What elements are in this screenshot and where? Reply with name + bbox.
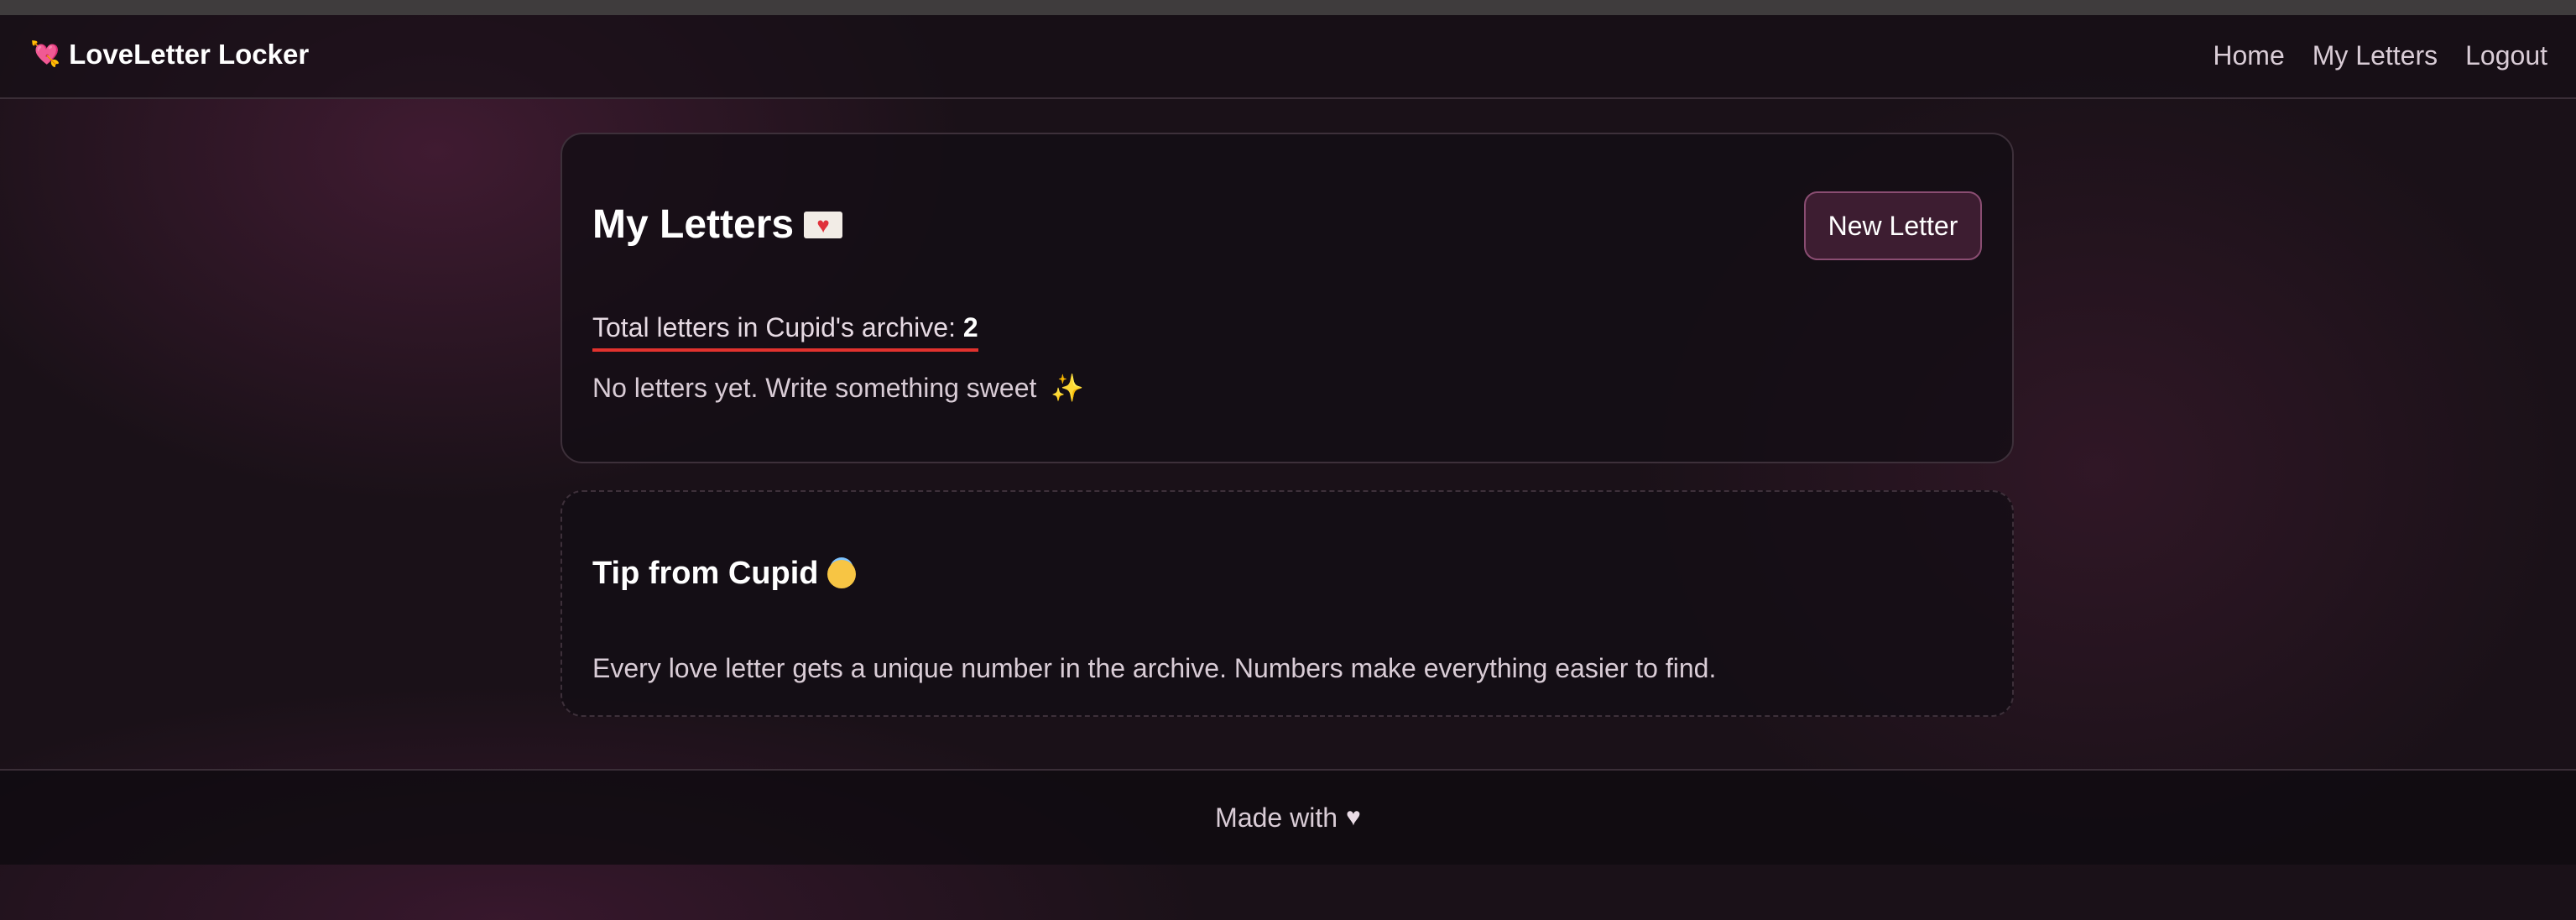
- total-letters-line: Total letters in Cupid's archive: 2: [592, 312, 978, 352]
- heart-with-arrow-icon: 💘: [30, 41, 61, 68]
- total-letters-label: Total letters in Cupid's archive:: [592, 312, 956, 342]
- footer-text: Made with: [1215, 802, 1338, 833]
- empty-state-text: No letters yet. Write something sweet: [592, 373, 1037, 403]
- tip-title: Tip from Cupid: [592, 556, 856, 592]
- page-title: My Letters: [592, 201, 843, 248]
- love-letter-envelope-icon: [804, 211, 843, 238]
- nav-link-my-letters[interactable]: My Letters: [2313, 40, 2438, 71]
- total-letters-count: 2: [962, 312, 978, 342]
- tip-card: Tip from Cupid Every love letter gets a …: [561, 490, 2014, 717]
- footer: Made with ♥: [0, 769, 2576, 865]
- tip-title-text: Tip from Cupid: [592, 556, 819, 591]
- heart-icon: ♥: [1346, 803, 1361, 831]
- brand-name: LoveLetter Locker: [69, 39, 310, 70]
- empty-state-message: No letters yet. Write something sweet ✨: [592, 372, 1084, 404]
- smiling-face-with-halo-icon: [827, 559, 856, 588]
- navbar: 💘 LoveLetter Locker Home My Letters Logo…: [0, 15, 2576, 99]
- tip-text: Every love letter gets a unique number i…: [592, 653, 1717, 683]
- sparkles-icon: ✨: [1051, 373, 1085, 403]
- browser-top-strip: [0, 0, 2576, 15]
- letters-card: My Letters New Letter Total letters in C…: [561, 133, 2014, 463]
- nav-link-logout[interactable]: Logout: [2465, 40, 2547, 71]
- new-letter-button[interactable]: New Letter: [1804, 191, 1982, 260]
- nav-links: Home My Letters Logout: [2185, 40, 2547, 71]
- nav-link-home[interactable]: Home: [2213, 40, 2284, 71]
- brand-link[interactable]: 💘 LoveLetter Locker: [30, 39, 309, 71]
- page-title-text: My Letters: [592, 202, 795, 247]
